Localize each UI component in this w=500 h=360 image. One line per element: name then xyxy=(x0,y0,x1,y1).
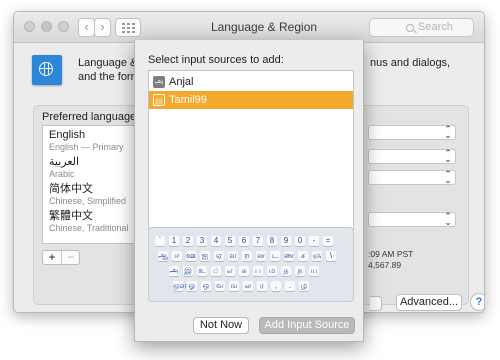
keyboard-key: எ xyxy=(225,266,235,276)
keyboard-key: = xyxy=(323,236,333,246)
region-popup[interactable]: ⌃ ⌄ xyxy=(368,125,456,140)
keyboard-key: ஈ xyxy=(172,251,182,261)
keyboard-key: 7 xyxy=(253,236,263,246)
keyboard-key: 0 xyxy=(295,236,305,246)
input-source-sheet: Select input sources to add: அ Anjal இ T… xyxy=(134,40,364,342)
keyboard-key: ல xyxy=(243,281,253,291)
advanced-button[interactable]: Advanced... xyxy=(396,294,462,311)
input-source-label: Anjal xyxy=(169,76,194,88)
keyboard-key: இ xyxy=(183,266,193,276)
keyboard-key: அ xyxy=(169,266,179,276)
keyboard-key: ர xyxy=(257,281,267,291)
list-sort-order-popup[interactable]: ⌃ ⌄ xyxy=(368,212,456,227)
input-source-row-tamil99[interactable]: இ Tamil99 xyxy=(149,91,353,109)
add-remove-control: + − xyxy=(42,250,80,265)
keyboard-key: ் xyxy=(211,266,221,276)
keyboard-key: ஐ xyxy=(200,251,210,261)
chevron-left-icon: ‹ xyxy=(84,19,89,34)
search-field[interactable]: Search xyxy=(369,18,474,37)
search-icon xyxy=(406,24,414,32)
keyboard-key: ங xyxy=(229,281,239,291)
keyboard-key: ய xyxy=(309,266,319,276)
keyboard-key: ` xyxy=(155,236,165,246)
search-placeholder: Search xyxy=(418,21,453,33)
chevron-up-down-icon: ⌃ ⌄ xyxy=(444,124,452,140)
keyboard-preview: ` 1 2 3 4 5 6 7 8 9 0- = ஆ ஈ ஊ ஐ ஏ ள ற ன ட ண ச ஞ \ அ இ உ் எ க ப ம த ந ய ஔ ஓ ஒ… xyxy=(148,227,354,302)
tamil-keyboard-icon: இ xyxy=(153,94,165,106)
format-preview: :09 AM PST 4,567.89 xyxy=(368,249,413,271)
help-button[interactable]: ? xyxy=(470,293,484,311)
forward-button[interactable]: › xyxy=(94,18,111,37)
keyboard-key: ந xyxy=(295,266,305,276)
preferred-languages-label: Preferred languages: xyxy=(42,111,145,123)
keyboard-key: ஔ xyxy=(173,281,187,291)
keyboard-key: - xyxy=(309,236,319,246)
window-title: Language & Region xyxy=(210,20,318,34)
not-now-button[interactable]: Not Now xyxy=(193,317,249,334)
un-flag-icon xyxy=(32,55,62,85)
keyboard-key: ம xyxy=(267,266,277,276)
list-item[interactable]: English English — Primary xyxy=(49,129,124,153)
chevron-up-down-icon: ⌃ ⌄ xyxy=(444,169,452,185)
partial-button[interactable] xyxy=(370,296,382,311)
keyboard-key: ப xyxy=(253,266,263,276)
show-all-button[interactable] xyxy=(115,18,141,37)
keyboard-key: வ xyxy=(215,281,225,291)
input-source-label: Tamil99 xyxy=(169,94,207,106)
description-text-right: nus and dialogs, xyxy=(370,57,451,69)
keyboard-key: த xyxy=(281,266,291,276)
keyboard-key: 2 xyxy=(183,236,193,246)
time-preview: :09 AM PST xyxy=(368,249,414,259)
minimize-window-button[interactable] xyxy=(41,21,52,32)
remove-language-button[interactable]: − xyxy=(62,251,80,264)
chevron-right-icon: › xyxy=(100,19,105,34)
keyboard-key: , xyxy=(271,281,281,291)
keyboard-key: ச xyxy=(298,251,308,261)
keyboard-key: ற xyxy=(242,251,252,261)
keyboard-key: ஒ xyxy=(201,281,211,291)
keyboard-key: 6 xyxy=(239,236,249,246)
keyboard-key: 5 xyxy=(225,236,235,246)
keyboard-key: 3 xyxy=(197,236,207,246)
number-preview: 4,567.89 xyxy=(368,260,402,270)
keyboard-key: ன xyxy=(256,251,266,261)
keyboard-key: ட xyxy=(270,251,280,261)
keyboard-key: ஊ xyxy=(186,251,197,261)
back-button[interactable]: ‹ xyxy=(78,18,95,37)
input-source-list[interactable]: அ Anjal இ Tamil99 xyxy=(148,70,354,244)
list-item[interactable]: العربية Arabic xyxy=(49,156,79,180)
zoom-window-button[interactable] xyxy=(58,21,69,32)
keyboard-key: 9 xyxy=(281,236,291,246)
first-day-popup[interactable]: ⌃ ⌄ xyxy=(368,149,456,164)
keyboard-key: ஏ xyxy=(214,251,224,261)
keyboard-key: . xyxy=(285,281,295,291)
keyboard-key: \ xyxy=(326,251,336,261)
keyboard-key: ழ xyxy=(299,281,309,291)
list-item[interactable]: 繁體中文 Chinese, Traditional xyxy=(49,210,129,234)
sheet-title: Select input sources to add: xyxy=(148,54,284,66)
keyboard-key: உ xyxy=(197,266,207,276)
keyboard-key: 4 xyxy=(211,236,221,246)
list-item[interactable]: 简体中文 Chinese, Simplified xyxy=(49,183,126,207)
keyboard-key: ண xyxy=(284,251,295,261)
calendar-popup[interactable]: ⌃ ⌄ xyxy=(368,170,456,185)
close-window-button[interactable] xyxy=(24,21,35,32)
keyboard-key: 8 xyxy=(267,236,277,246)
add-language-button[interactable]: + xyxy=(43,251,62,264)
input-source-row-anjal[interactable]: அ Anjal xyxy=(149,73,353,91)
chevron-up-down-icon: ⌃ ⌄ xyxy=(444,211,452,227)
chevron-up-down-icon: ⌃ ⌄ xyxy=(444,148,452,164)
tamil-keyboard-icon: அ xyxy=(153,76,165,88)
keyboard-key: ஓ xyxy=(187,281,197,291)
keyboard-key: க xyxy=(239,266,249,276)
add-input-source-button[interactable]: Add Input Source xyxy=(259,317,355,334)
keyboard-key: 1 xyxy=(169,236,179,246)
keyboard-key: ஆ xyxy=(158,251,169,261)
title-bar: ‹ › Language & Region Search xyxy=(14,12,484,43)
keyboard-key: ள xyxy=(228,251,238,261)
keyboard-key: ஞ xyxy=(312,251,322,261)
